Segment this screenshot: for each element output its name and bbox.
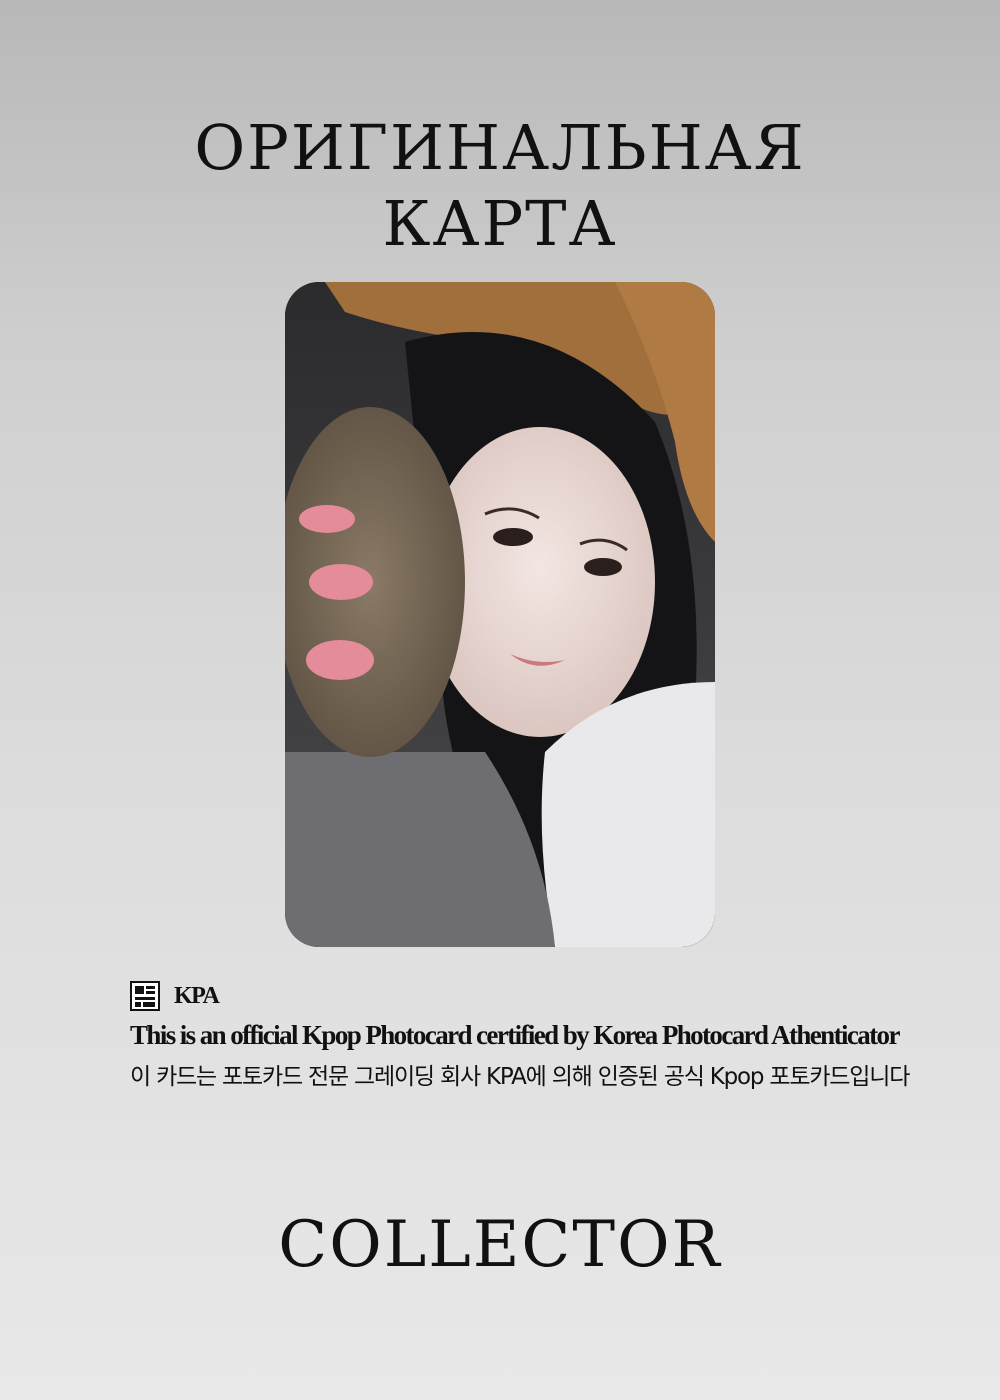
collector-label: COLLECTOR [278,1208,722,1282]
certificate-korean-text: 이 카드는 포토카드 전문 그레이딩 회사 KPA에 의해 인증된 공식 Kpo… [130,1064,910,1090]
photocard-illustration [285,282,715,947]
kpa-logo-icon [130,981,160,1011]
certificate-block: KPA This is an official Kpop Photocard c… [130,980,940,1098]
title-line-1: ОРИГИНАЛЬНАЯ [194,111,806,184]
photocard-image [285,282,715,947]
kpa-brand: KPA [174,982,220,1009]
title-line-2: КАРТА [382,187,618,260]
page-title: ОРИГИНАЛЬНАЯ КАРТА [0,110,1000,262]
certificate-header: KPA [130,980,940,1012]
certificate-english-text: This is an official Kpop Photocard certi… [130,1020,900,1050]
